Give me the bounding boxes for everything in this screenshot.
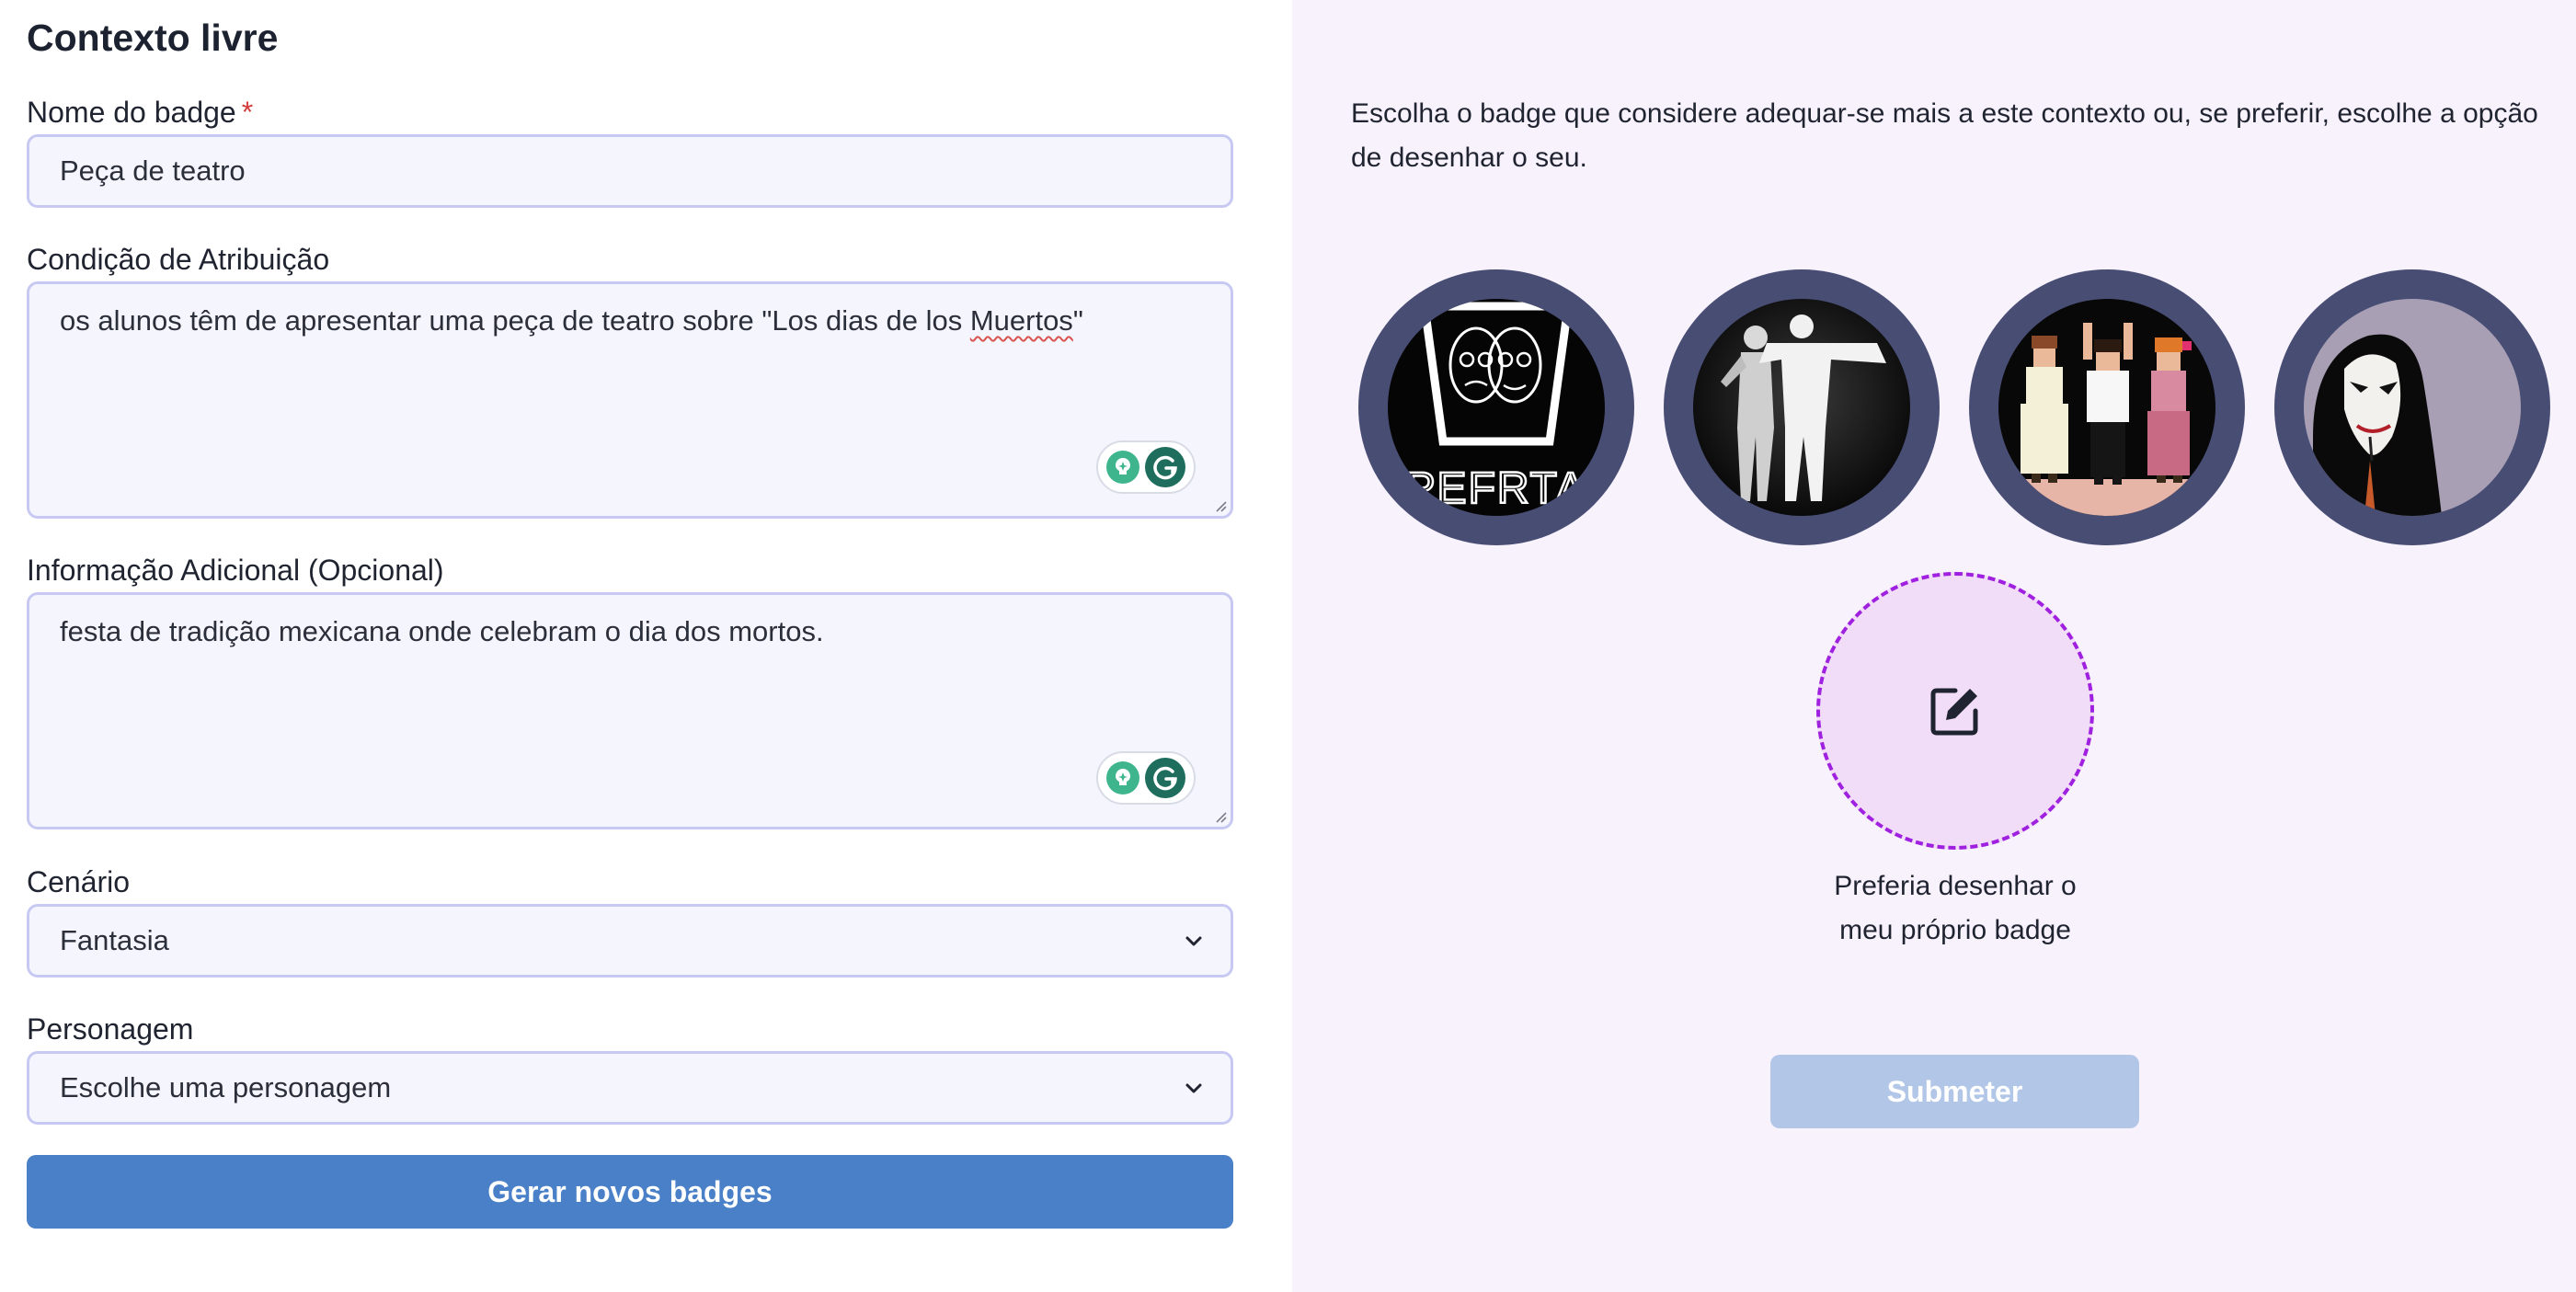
instructions-text: Escolha o badge que considere adequar-se…: [1351, 98, 2538, 173]
grammarly-icon[interactable]: [1145, 758, 1185, 798]
submit-button[interactable]: Submeter: [1770, 1055, 2139, 1128]
badge-name-value: Peça de teatro: [60, 154, 246, 187]
condition-textarea[interactable]: os alunos têm de apresentar uma peça de …: [27, 281, 1233, 519]
grammarly-icon[interactable]: [1145, 447, 1185, 487]
dancers-image: [1693, 299, 1910, 516]
chevron-down-icon: [1185, 936, 1202, 946]
badge-option-masks[interactable]: PEFRTA: [1358, 269, 1634, 545]
scenario-select[interactable]: Fantasia: [27, 904, 1233, 978]
badge-option-pixel-characters[interactable]: [1969, 269, 2245, 545]
edit-icon: [1930, 688, 1978, 736]
additional-info-textarea[interactable]: festa de tradição mexicana onde celebram…: [27, 592, 1233, 829]
page-title: Contexto livre: [27, 17, 279, 59]
pixel-characters-image: [1998, 299, 2215, 516]
spellcheck-word[interactable]: Muertos: [970, 304, 1073, 337]
resize-grip-icon[interactable]: [1213, 809, 1228, 824]
badge-option-dancers[interactable]: [1664, 269, 1940, 545]
badge-option-masked-figure[interactable]: [2274, 269, 2550, 545]
character-label: Personagem: [27, 1012, 194, 1046]
badge-name-input[interactable]: Peça de teatro: [27, 134, 1233, 208]
bulb-icon[interactable]: [1106, 761, 1139, 795]
generate-badges-button[interactable]: Gerar novos badges: [27, 1155, 1233, 1229]
badge-name-label: Nome do badge *: [27, 96, 253, 130]
scenario-label: Cenário: [27, 865, 131, 898]
required-mark: *: [241, 96, 254, 129]
bulb-icon[interactable]: [1106, 451, 1139, 484]
badge-name-label-text: Nome do badge: [27, 96, 236, 129]
draw-own-badge-line1: Preferia desenhar o: [1834, 871, 2077, 901]
condition-value-text: os alunos têm de apresentar uma peça de …: [60, 304, 970, 337]
resize-grip-icon[interactable]: [1213, 498, 1228, 513]
additional-info-label: Informação Adicional (Opcional): [27, 554, 444, 587]
theatre-masks-image: PEFRTA: [1388, 299, 1605, 516]
draw-own-badge-line2: meu próprio badge: [1839, 915, 2071, 945]
draw-own-badge-label: Preferia desenhar o meu próprio badge: [1807, 864, 2103, 953]
condition-label: Condição de Atribuição: [27, 243, 330, 276]
character-select[interactable]: Escolhe uma personagem: [27, 1051, 1233, 1125]
additional-info-value: festa de tradição mexicana onde celebram…: [60, 615, 824, 647]
character-selected-value: Escolhe uma personagem: [60, 1071, 392, 1103]
grammarly-widget[interactable]: [1096, 751, 1196, 805]
badge-selection-panel: Escolha o badge que considere adequar-se…: [1292, 0, 2576, 1292]
scenario-selected-value: Fantasia: [60, 924, 169, 956]
draw-own-badge-option[interactable]: [1816, 572, 2094, 850]
chevron-down-icon: [1185, 1083, 1202, 1093]
condition-value-end: ": [1072, 304, 1083, 337]
grammarly-widget[interactable]: [1096, 440, 1196, 494]
badge-form: Contexto livre Nome do badge * Peça de te…: [0, 0, 1292, 1292]
condition-value: os alunos têm de apresentar uma peça de …: [60, 304, 1083, 337]
masked-figure-image: [2304, 299, 2521, 516]
badge-logo-text: PEFRTA: [1406, 464, 1587, 513]
